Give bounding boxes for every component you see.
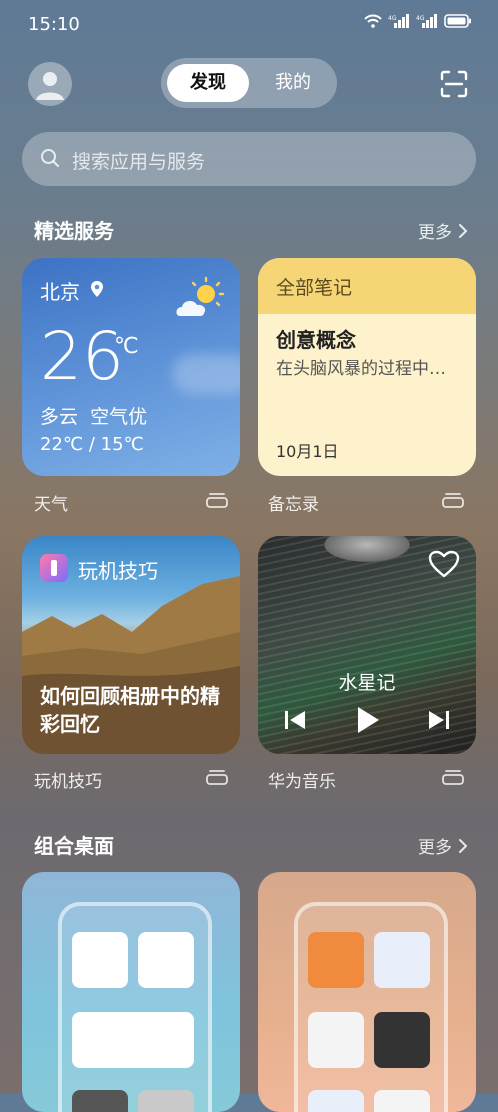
- search-placeholder: 搜索应用与服务: [72, 151, 206, 173]
- tab-switcher: 发现 我的: [161, 58, 337, 108]
- top-bar: 发现 我的: [0, 58, 498, 110]
- tab-discover[interactable]: 发现: [167, 64, 249, 102]
- wifi-icon: [364, 14, 382, 28]
- phone-frame: [294, 902, 448, 1112]
- previous-track-icon[interactable]: [284, 710, 306, 730]
- widget-thumbnail: [138, 1090, 194, 1112]
- widget-thumbnail: [138, 932, 194, 988]
- weather-card[interactable]: 北京 26 ℃ 多云 空气优 22℃ / 15℃: [22, 258, 240, 476]
- signal-icon-2: 4G: [416, 14, 437, 28]
- weather-unit: ℃: [114, 334, 139, 359]
- status-time: 15:10: [28, 14, 80, 35]
- user-icon: [36, 72, 64, 100]
- play-icon[interactable]: [356, 706, 380, 734]
- music-song-title: 水星记: [338, 672, 396, 694]
- memo-card[interactable]: 全部笔记 创意概念 在头脑风暴的过程中… 10月1日: [258, 258, 476, 476]
- chevron-right-icon: [459, 223, 468, 238]
- status-icons: 4G 4G: [364, 14, 472, 28]
- combo-desktop-preview-1[interactable]: [22, 872, 240, 1112]
- widget-thumbnail: [72, 932, 128, 988]
- scan-icon[interactable]: [440, 70, 468, 98]
- memo-header-label: 全部笔记: [276, 277, 353, 299]
- featured-title: 精选服务: [34, 219, 114, 243]
- partly-cloudy-icon: [176, 276, 225, 316]
- music-card[interactable]: 水星记: [258, 536, 476, 754]
- chevron-right-icon: [459, 838, 468, 853]
- memo-header: 全部笔记: [258, 258, 476, 314]
- widget-thumbnail: [308, 1012, 364, 1068]
- search-icon: [41, 149, 59, 167]
- widget-thumbnail: [72, 1090, 128, 1112]
- widget-thumbnail: [308, 1090, 364, 1112]
- memo-app-label: 备忘录: [268, 495, 319, 515]
- signal-icon-1: 4G: [388, 14, 409, 28]
- search-input[interactable]: 搜索应用与服务: [22, 132, 476, 186]
- next-track-icon[interactable]: [428, 710, 450, 730]
- tips-app-name: 玩机技巧: [78, 559, 158, 583]
- stack-icon[interactable]: [442, 492, 464, 508]
- tips-card[interactable]: 玩机技巧 如何回顾相册中的精彩回忆: [22, 536, 240, 754]
- widget-thumbnail: [72, 1012, 194, 1068]
- heart-icon[interactable]: [428, 550, 460, 578]
- weather-city: 北京: [40, 280, 80, 304]
- status-bar: 15:10 4G 4G: [0, 0, 498, 52]
- phone-frame: [58, 902, 212, 1112]
- location-pin-icon: [91, 281, 103, 297]
- svg-text:4G: 4G: [388, 15, 397, 22]
- featured-more-label: 更多: [418, 223, 452, 243]
- widget-thumbnail: [374, 932, 430, 988]
- combo-desktop-preview-2[interactable]: [258, 872, 476, 1112]
- tab-mine[interactable]: 我的: [255, 64, 331, 102]
- music-app-label: 华为音乐: [268, 772, 336, 792]
- combos-title: 组合桌面: [34, 834, 114, 858]
- stack-icon[interactable]: [206, 769, 228, 785]
- svg-text:4G: 4G: [416, 15, 425, 22]
- weather-range: 22℃ / 15℃: [40, 434, 144, 455]
- tips-app-label: 玩机技巧: [34, 772, 102, 792]
- weather-temperature: 26: [40, 318, 124, 395]
- tips-description: 如何回顾相册中的精彩回忆: [40, 684, 220, 736]
- avatar[interactable]: [28, 62, 72, 106]
- widget-thumbnail: [374, 1012, 430, 1068]
- memo-note-date: 10月1日: [276, 442, 339, 461]
- featured-more-button[interactable]: 更多: [418, 218, 468, 243]
- combos-more-label: 更多: [418, 838, 452, 858]
- weather-app-label: 天气: [34, 495, 68, 515]
- stack-icon[interactable]: [206, 492, 228, 508]
- stack-icon[interactable]: [442, 769, 464, 785]
- widget-thumbnail: [374, 1090, 430, 1112]
- tips-logo-icon: [40, 554, 68, 582]
- cloud-decoration: [172, 354, 240, 394]
- memo-note-snippet: 在头脑风暴的过程中…: [276, 359, 446, 379]
- weather-condition: 多云 空气优: [40, 406, 148, 428]
- combos-more-button[interactable]: 更多: [418, 833, 468, 858]
- memo-note-title: 创意概念: [276, 328, 356, 352]
- widget-thumbnail: [308, 932, 364, 988]
- battery-icon: [444, 14, 471, 28]
